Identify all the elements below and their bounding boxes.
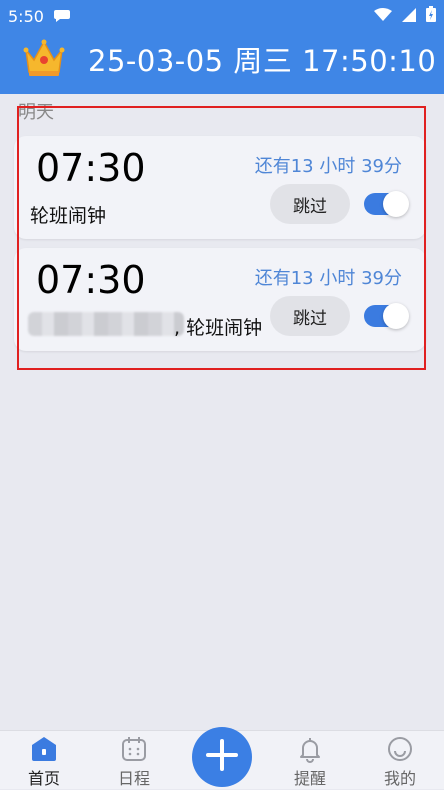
nav-item-remind[interactable]: 提醒 <box>280 731 340 790</box>
nav-item-schedule[interactable]: 日程 <box>104 731 164 790</box>
smiley-icon <box>386 735 414 763</box>
alarm-toggle[interactable] <box>364 191 409 217</box>
home-icon <box>30 735 58 763</box>
nav-label: 提醒 <box>293 769 326 788</box>
skip-button[interactable]: 跳过 <box>270 296 350 336</box>
alarm-name: , 轮班闹钟 <box>174 317 263 339</box>
alarm-name: 轮班闹钟 <box>30 205 107 227</box>
status-time: 5:50 <box>8 6 44 26</box>
redacted-text <box>28 312 184 336</box>
calendar-icon <box>120 735 148 763</box>
app-header: 25-03-05 周三 17:50:10 <box>0 32 444 94</box>
alarm-time: 07:30 <box>36 258 146 302</box>
time-remaining: 还有13 小时 39分 <box>254 268 402 289</box>
toggle-knob <box>383 191 409 217</box>
time-remaining: 还有13 小时 39分 <box>254 156 402 177</box>
signal-icon <box>402 7 416 26</box>
wifi-icon <box>374 7 392 26</box>
status-left: 5:50 <box>8 7 70 26</box>
section-label-tomorrow: 明天 <box>18 102 54 123</box>
date-time-title: 25-03-05 周三 17:50:10 <box>88 44 437 78</box>
alarm-card[interactable]: 07:30 轮班闹钟 还有13 小时 39分 跳过 <box>14 136 426 239</box>
toggle-knob <box>383 303 409 329</box>
nav-item-home[interactable]: 首页 <box>14 731 74 790</box>
skip-button[interactable]: 跳过 <box>270 184 350 224</box>
nav-label: 我的 <box>383 769 416 788</box>
plus-icon <box>205 738 239 776</box>
nav-label: 首页 <box>27 769 60 788</box>
status-bar: 5:50 <box>0 0 444 32</box>
alarm-toggle[interactable] <box>364 303 409 329</box>
nav-item-mine[interactable]: 我的 <box>370 731 430 790</box>
notification-icon <box>53 7 70 26</box>
nav-label: 日程 <box>117 769 150 788</box>
status-right <box>374 6 436 26</box>
alarm-card[interactable]: 07:30 , 轮班闹钟 还有13 小时 39分 跳过 <box>14 248 426 351</box>
bell-icon <box>296 735 324 763</box>
add-button[interactable] <box>192 727 252 787</box>
crown-icon[interactable] <box>22 38 66 78</box>
battery-icon <box>426 6 436 26</box>
alarm-time: 07:30 <box>36 146 146 190</box>
